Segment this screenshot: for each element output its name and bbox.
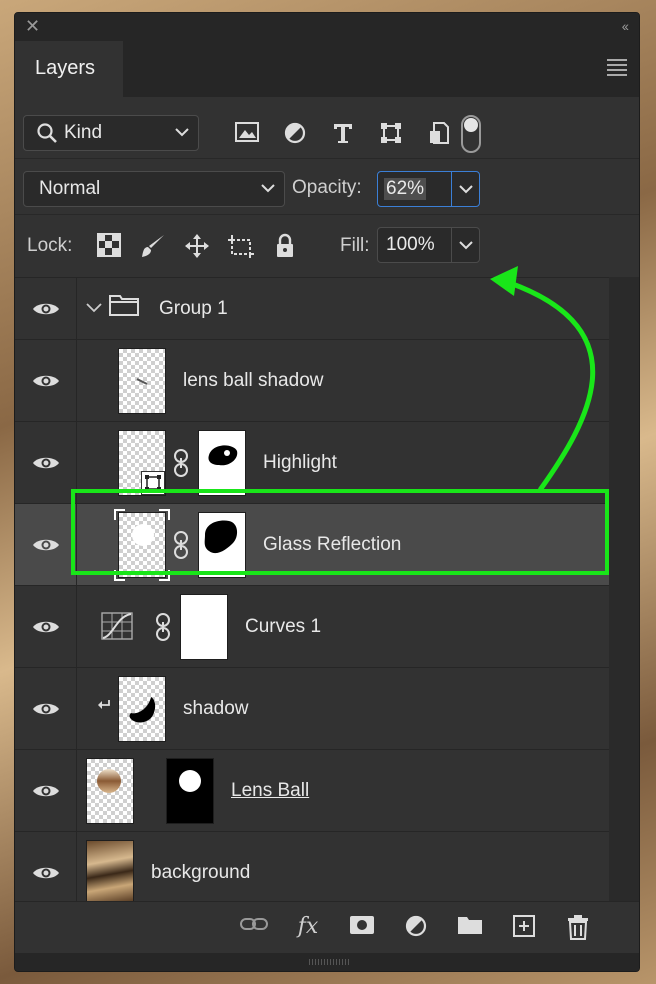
panel-titlebar: ✕ ‹‹	[15, 13, 639, 41]
mask-link-icon[interactable]	[173, 448, 189, 483]
layer-style-icon[interactable]: fx	[281, 914, 335, 944]
opacity-dropdown[interactable]	[451, 172, 479, 206]
opacity-label: Opacity:	[292, 177, 362, 198]
new-adjustment-icon[interactable]	[389, 914, 443, 944]
layer-name[interactable]: Highlight	[263, 452, 337, 474]
close-icon[interactable]: ✕	[25, 16, 40, 37]
layer-name[interactable]: shadow	[183, 698, 249, 720]
layer-name[interactable]: Glass Reflection	[263, 534, 401, 556]
layer-row-lens-ball[interactable]: Lens Ball	[15, 750, 609, 832]
layer-name[interactable]: Group 1	[159, 298, 228, 320]
curves-adjustment-icon	[101, 612, 133, 645]
lock-image-pixels-icon[interactable]	[131, 233, 175, 259]
chevron-down-icon	[260, 180, 276, 202]
fill-value[interactable]: 100%	[384, 234, 437, 256]
blend-mode-value: Normal	[39, 178, 101, 199]
layer-thumbnail[interactable]	[118, 430, 166, 496]
layer-mask-thumbnail[interactable]	[180, 594, 228, 660]
folder-icon	[109, 293, 139, 322]
filter-row: Kind	[15, 97, 639, 159]
type-filter-icon[interactable]	[319, 121, 367, 151]
tab-bar: Layers	[15, 41, 639, 97]
eye-icon[interactable]	[32, 865, 60, 886]
filter-kind-select[interactable]: Kind	[23, 115, 199, 151]
delete-layer-icon[interactable]	[551, 914, 605, 944]
chevron-down-icon[interactable]	[85, 301, 103, 320]
layer-mask-thumbnail[interactable]	[198, 512, 246, 578]
layer-name[interactable]: lens ball shadow	[183, 370, 323, 392]
layer-name[interactable]: Curves 1	[245, 616, 321, 638]
image-filter-icon[interactable]	[223, 121, 271, 151]
eye-icon[interactable]	[32, 537, 60, 558]
new-layer-icon[interactable]	[497, 914, 551, 944]
panel-resize-grip[interactable]	[15, 953, 639, 971]
new-group-icon[interactable]	[443, 914, 497, 944]
layer-mask-thumbnail[interactable]	[166, 758, 214, 824]
lock-all-icon[interactable]	[263, 233, 307, 259]
layer-thumbnail[interactable]	[86, 840, 134, 902]
mask-link-icon[interactable]	[173, 530, 189, 565]
eye-icon[interactable]	[32, 455, 60, 476]
layer-row-shadow[interactable]: shadow	[15, 668, 609, 750]
smart-object-filter-icon[interactable]	[415, 121, 463, 151]
fill-field[interactable]: 100%	[377, 227, 480, 263]
fill-label: Fill:	[340, 235, 370, 256]
layer-name[interactable]: Lens Ball	[231, 780, 309, 802]
lock-row: Lock: Fill: 100%	[15, 215, 639, 277]
panel-menu-icon[interactable]	[607, 59, 627, 79]
layer-name[interactable]: background	[151, 862, 250, 884]
add-mask-icon[interactable]	[335, 914, 389, 944]
layer-thumbnail[interactable]	[86, 758, 134, 824]
chevron-down-icon	[174, 124, 190, 146]
lock-label: Lock:	[27, 235, 73, 256]
blend-mode-select[interactable]: Normal	[23, 171, 285, 207]
filter-kind-label: Kind	[64, 122, 103, 143]
layer-thumbnail[interactable]	[118, 676, 166, 742]
link-layers-icon[interactable]	[227, 914, 281, 944]
layer-list-scrollbar[interactable]	[609, 277, 639, 901]
layer-list[interactable]: Group 1 lens ball shadow Highlight Glass…	[15, 277, 609, 902]
eye-icon[interactable]	[32, 373, 60, 394]
filter-toggle[interactable]	[461, 115, 481, 153]
lock-transparent-pixels-icon[interactable]	[87, 233, 131, 259]
layer-row-background[interactable]: background	[15, 832, 609, 902]
shape-filter-icon[interactable]	[367, 121, 415, 151]
panel-footer: fx	[15, 901, 639, 953]
eye-icon[interactable]	[32, 301, 60, 322]
opacity-value[interactable]: 62%	[384, 178, 427, 200]
layer-row-glass-reflection[interactable]: Glass Reflection	[15, 504, 609, 586]
layer-row-highlight[interactable]: Highlight	[15, 422, 609, 504]
clipping-mask-arrow-icon	[97, 698, 111, 719]
fill-dropdown[interactable]	[451, 228, 479, 262]
search-icon	[36, 122, 58, 150]
smart-object-badge-icon	[141, 471, 165, 495]
mask-link-icon[interactable]	[155, 612, 171, 647]
fx-label: fx	[297, 914, 319, 939]
layer-row-curves-1[interactable]: Curves 1	[15, 586, 609, 668]
eye-icon[interactable]	[32, 783, 60, 804]
opacity-field[interactable]: 62%	[377, 171, 480, 207]
eye-icon[interactable]	[32, 701, 60, 722]
collapse-panel-icon[interactable]: ‹‹	[622, 18, 629, 34]
tab-layers[interactable]: Layers	[15, 41, 123, 97]
layer-row-group-1[interactable]: Group 1	[15, 278, 609, 340]
layer-mask-thumbnail[interactable]	[198, 430, 246, 496]
layer-row-lens-ball-shadow[interactable]: lens ball shadow	[15, 340, 609, 422]
lock-artboard-icon[interactable]	[219, 233, 263, 259]
layers-panel: ✕ ‹‹ Layers Kind Normal Opacity: 62% Loc…	[14, 12, 640, 972]
blend-row: Normal Opacity: 62%	[15, 159, 639, 215]
eye-icon[interactable]	[32, 619, 60, 640]
layer-thumbnail[interactable]	[118, 348, 166, 414]
adjustment-filter-icon[interactable]	[271, 121, 319, 151]
lock-position-icon[interactable]	[175, 233, 219, 259]
selection-brackets-icon	[113, 508, 171, 587]
